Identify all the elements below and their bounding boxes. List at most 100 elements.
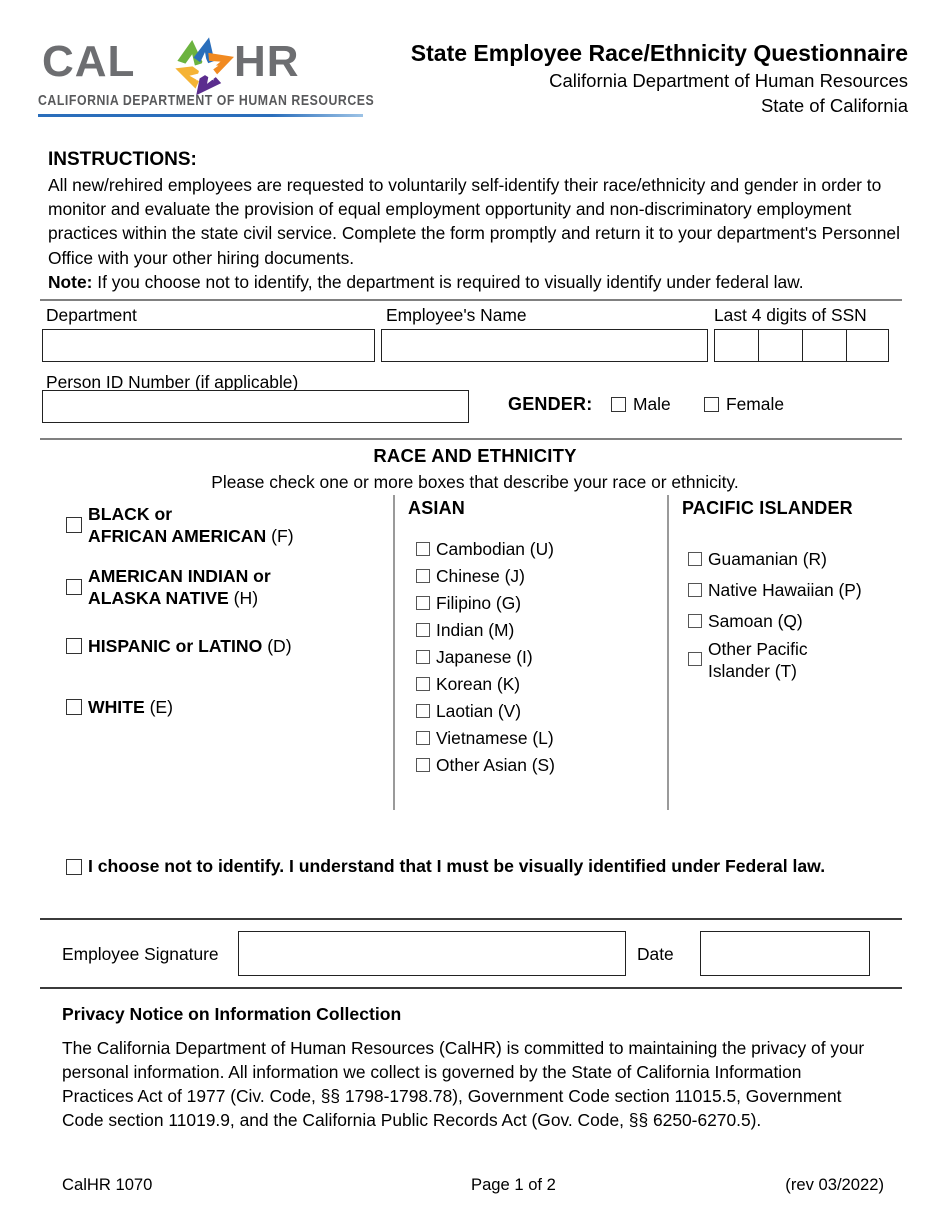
race-name-white: WHITE: [88, 697, 145, 717]
race-section-title: RACE AND ETHNICITY: [373, 445, 577, 466]
asian-checkbox-cambodian[interactable]: [416, 542, 430, 556]
date-label: Date: [637, 944, 674, 964]
pacific-label-other-pacific-islander-line2: Islander (T): [708, 661, 797, 681]
decline-to-identify-label: I choose not to identify. I understand t…: [88, 856, 826, 876]
logo-text-cal: CAL: [42, 37, 136, 86]
asian-label-chinese: Chinese (J): [436, 566, 525, 586]
department-label: Department: [46, 305, 137, 325]
asian-checkbox-indian[interactable]: [416, 623, 430, 637]
gender-option-male-label: Male: [633, 394, 671, 414]
instructions-paragraph: All new/rehired employees are requested …: [48, 175, 900, 268]
footer-revision: (rev 03/2022): [785, 1175, 884, 1194]
asian-checkbox-korean[interactable]: [416, 677, 430, 691]
pacific-label-samoan: Samoan (Q): [708, 611, 803, 631]
date-input[interactable]: [700, 931, 870, 976]
race-label-american-indian-alaska-native-line2: ALASKA NATIVE (H): [88, 587, 258, 609]
asian-label-cambodian: Cambodian (U): [436, 539, 554, 559]
race-label-american-indian-alaska-native-line1: AMERICAN INDIAN or: [88, 566, 271, 586]
pacific-label-guamanian: Guamanian (R): [708, 549, 827, 569]
pacific-checkbox-native-hawaiian[interactable]: [688, 583, 702, 597]
pacific-checkbox-guamanian[interactable]: [688, 552, 702, 566]
divider-below-signature: [40, 987, 902, 989]
header-subtitle-state: State of California: [760, 95, 908, 116]
person-id-input[interactable]: [42, 390, 469, 423]
column-divider-right: [667, 495, 669, 810]
race-name-hispanic-latino: HISPANIC or LATINO: [88, 636, 263, 656]
asian-checkbox-filipino[interactable]: [416, 596, 430, 610]
decline-to-identify-checkbox[interactable]: [66, 859, 82, 875]
race-code-american-indian-alaska-native: (H): [233, 588, 259, 608]
race-name-american-indian-alaska-native: ALASKA NATIVE: [88, 588, 229, 608]
gender-checkbox-female[interactable]: [704, 397, 719, 412]
instructions-note-label: Note:: [48, 271, 93, 292]
pacific-checkbox-samoan[interactable]: [688, 614, 702, 628]
race-label-black-african-american-line1: BLACK or: [88, 504, 173, 524]
logo-text-hr: HR: [234, 37, 300, 86]
ssn-digit-4[interactable]: [846, 329, 889, 362]
gender-label: GENDER:: [508, 394, 593, 414]
asian-checkbox-vietnamese[interactable]: [416, 731, 430, 745]
ssn-label: Last 4 digits of SSN: [714, 305, 867, 325]
asian-checkbox-japanese[interactable]: [416, 650, 430, 664]
ssn-digit-3[interactable]: [802, 329, 846, 362]
employee-name-label: Employee's Name: [386, 305, 527, 325]
asian-label-indian: Indian (M): [436, 620, 515, 640]
privacy-notice-body: The California Department of Human Resou…: [62, 1038, 865, 1130]
race-code-black-african-american: (F): [271, 526, 294, 546]
employee-signature-input[interactable]: [238, 931, 626, 976]
asian-label-other-asian: Other Asian (S): [436, 755, 555, 775]
employee-name-input[interactable]: [381, 329, 708, 362]
employee-signature-label: Employee Signature: [62, 944, 219, 964]
race-name-black-african-american: AFRICAN AMERICAN: [88, 526, 267, 546]
instructions-body: All new/rehired employees are requested …: [48, 173, 908, 294]
header-subtitle-department: California Department of Human Resources: [549, 70, 908, 91]
gender-checkbox-male[interactable]: [611, 397, 626, 412]
race-code-hispanic-latino: (D): [267, 636, 292, 656]
department-input[interactable]: [42, 329, 375, 362]
footer-form-number: CalHR 1070: [62, 1175, 153, 1194]
race-label-white: WHITE (E): [88, 696, 173, 718]
race-checkbox-hispanic-latino[interactable]: [66, 638, 82, 654]
footer-page-indicator: Page 1 of 2: [471, 1175, 556, 1194]
asian-column-heading: ASIAN: [408, 498, 466, 518]
ssn-input-group[interactable]: [714, 329, 889, 362]
race-checkbox-black-african-american[interactable]: [66, 517, 82, 533]
pacific-label-other-pacific-islander-line1: Other Pacific: [708, 639, 808, 659]
logo-underline-rule: [38, 114, 363, 117]
page-title: State Employee Race/Ethnicity Questionna…: [410, 40, 908, 66]
form-page: CAL HR CALIFORNIA DEPARTMENT OF HUMAN RE…: [0, 0, 950, 1230]
calhr-logo: CAL HR CALIFORNIA DEPARTMENT OF HUMAN RE…: [38, 36, 375, 121]
pacific-islander-column-heading: PACIFIC ISLANDER: [682, 498, 853, 518]
gender-option-female-label: Female: [726, 394, 784, 414]
asian-checkbox-laotian[interactable]: [416, 704, 430, 718]
header-title-group: State Employee Race/Ethnicity Questionna…: [411, 38, 908, 118]
privacy-notice-heading: Privacy Notice on Information Collection: [62, 1004, 402, 1024]
asian-checkbox-chinese[interactable]: [416, 569, 430, 583]
race-checkbox-white[interactable]: [66, 699, 82, 715]
asian-label-filipino: Filipino (G): [436, 593, 522, 613]
instructions-heading: INSTRUCTIONS:: [48, 149, 197, 170]
instructions-note-text: If you choose not to identify, the depar…: [92, 271, 804, 292]
logo-tagline: CALIFORNIA DEPARTMENT OF HUMAN RESOURCES: [38, 92, 375, 109]
instructions-block: INSTRUCTIONS: All new/rehired employees …: [48, 147, 908, 294]
asian-label-laotian: Laotian (V): [436, 701, 522, 721]
pacific-checkbox-other-pacific-islander[interactable]: [688, 652, 702, 666]
column-divider-left: [393, 495, 395, 810]
pacific-label-native-hawaiian: Native Hawaiian (P): [708, 580, 862, 600]
race-section-subtitle: Please check one or more boxes that desc…: [211, 472, 739, 492]
race-checkbox-american-indian-alaska-native[interactable]: [66, 579, 82, 595]
asian-label-vietnamese: Vietnamese (L): [436, 728, 554, 748]
divider-above-identity: [40, 299, 902, 301]
ssn-digit-1[interactable]: [714, 329, 758, 362]
race-label-hispanic-latino: HISPANIC or LATINO (D): [88, 635, 292, 657]
divider-above-signature: [40, 918, 902, 920]
divider-below-identity: [40, 438, 902, 440]
asian-label-japanese: Japanese (I): [436, 647, 533, 667]
race-code-white: (E): [149, 697, 174, 717]
star-icon: [170, 36, 240, 98]
race-label-black-african-american-line2: AFRICAN AMERICAN (F): [88, 525, 294, 547]
ssn-digit-2[interactable]: [758, 329, 802, 362]
calhr-logo-wordmark: CAL HR: [38, 36, 368, 96]
asian-checkbox-other-asian[interactable]: [416, 758, 430, 772]
asian-label-korean: Korean (K): [436, 674, 521, 694]
